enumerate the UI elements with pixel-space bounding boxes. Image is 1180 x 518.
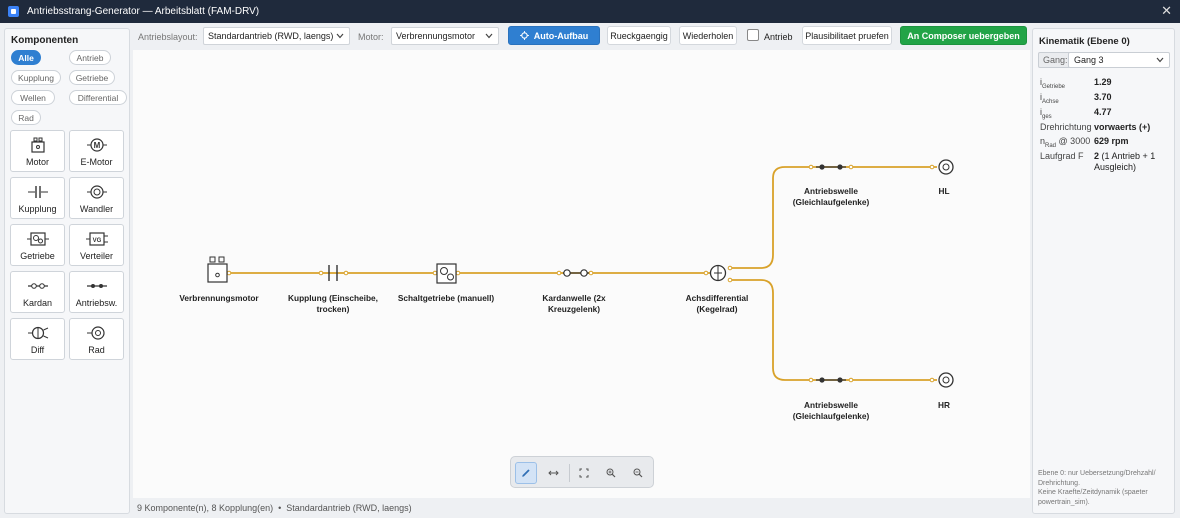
- canvas-tool-bar: [510, 456, 654, 488]
- kinematics-title: Kinematik (Ebene 0): [1039, 36, 1130, 47]
- node-drive-shaft-right[interactable]: [816, 377, 846, 383]
- sidebar-title: Komponenten: [11, 35, 79, 46]
- gearbox-icon: [26, 231, 49, 247]
- filter-chip-kupplung[interactable]: Kupplung: [11, 70, 61, 85]
- send-to-composer-button[interactable]: An Composer uebergeben: [900, 26, 1027, 45]
- ratio-axle-label: iAchse: [1040, 92, 1059, 105]
- label-engine: Verbrennungsmotor: [179, 293, 259, 303]
- antrieb-checkbox-label: Antrieb: [764, 32, 793, 42]
- node-differential[interactable]: [709, 264, 727, 282]
- node-drive-shaft-left[interactable]: [816, 164, 846, 170]
- connect-icon[interactable]: [542, 462, 564, 484]
- tile-verteiler[interactable]: VG Verteiler: [69, 224, 124, 266]
- tile-getriebe[interactable]: Getriebe: [10, 224, 65, 266]
- filter-chip-rad[interactable]: Rad: [11, 110, 41, 125]
- ratio-total-label: iges: [1040, 107, 1052, 120]
- layout-select[interactable]: Standardantrieb (RWD, laengs): [203, 27, 350, 45]
- node-gearbox[interactable]: [436, 263, 457, 284]
- tile-kardan[interactable]: Kardan: [10, 271, 65, 313]
- title-bar: Antriebsstrang-Generator — Arbeitsblatt …: [0, 0, 1180, 23]
- svg-text:VG: VG: [92, 238, 101, 244]
- filter-chip-wellen[interactable]: Wellen: [11, 90, 55, 105]
- degrees-of-freedom-label: Laufgrad F: [1040, 151, 1084, 161]
- filter-chip-antrieb[interactable]: Antrieb: [69, 50, 111, 65]
- wheel-speed-label: nRad @ 3000: [1040, 136, 1091, 149]
- chevron-down-icon: [1156, 55, 1164, 67]
- layout-label: Antriebslayout:: [138, 32, 198, 42]
- label-gearbox: Schaltgetriebe (manuell): [397, 293, 495, 303]
- tile-wandler[interactable]: Wandler: [69, 177, 124, 219]
- direction-value: vorwaerts (+): [1094, 122, 1151, 132]
- status-bar: 9 Komponente(n), 8 Kopplung(en) • Standa…: [133, 498, 1030, 518]
- ratio-gearbox-label: iGetriebe: [1040, 77, 1066, 90]
- motor-label: Motor:: [358, 32, 384, 42]
- drive-shaft-icon: [86, 278, 108, 294]
- status-text: 9 Komponente(n), 8 Kopplung(en) • Standa…: [137, 503, 412, 513]
- tile-e-motor[interactable]: M E-Motor: [69, 130, 124, 172]
- components-sidebar: Komponenten Alle Antrieb Kupplung Getrie…: [4, 28, 130, 514]
- label-clutch: Kupplung (Einscheibe, trocken): [288, 293, 378, 314]
- node-cardan-shaft[interactable]: [563, 269, 589, 277]
- kinematics-note: Ebene 0: nur Uebersetzung/Drehzahl/ Dreh…: [1038, 470, 1156, 506]
- label-wheel-hr: HR: [938, 400, 950, 410]
- diagram-canvas[interactable]: Verbrennungsmotor Kupplung (Einscheibe, t…: [133, 50, 1030, 498]
- window-title: Antriebsstrang-Generator — Arbeitsblatt …: [27, 6, 260, 17]
- torque-converter-icon: [86, 184, 108, 200]
- tile-antriebswelle[interactable]: Antriebsw.: [69, 271, 124, 313]
- fit-icon[interactable]: [573, 462, 595, 484]
- chevron-down-icon: [336, 31, 344, 43]
- label-drive-shaft-right: Antriebswelle (Gleichlaufgelenke): [792, 400, 870, 421]
- filter-chip-getriebe[interactable]: Getriebe: [69, 70, 115, 85]
- label-cardan: Kardanwelle (2x Kreuzgelenk): [542, 293, 606, 314]
- close-icon[interactable]: ✕: [1161, 3, 1172, 19]
- electric-motor-icon: M: [86, 137, 108, 153]
- degrees-of-freedom-value: 2 (1 Antrieb + 1 Ausgleich): [1094, 151, 1156, 172]
- kinematics-panel: Kinematik (Ebene 0) Gang: Gang 3 iGetrie…: [1032, 28, 1175, 514]
- node-wheel-hl[interactable]: [938, 159, 954, 175]
- motor-select[interactable]: Verbrennungsmotor: [391, 27, 499, 45]
- label-differential: Achsdifferential (Kegelrad): [685, 293, 749, 314]
- main-toolbar: Antriebslayout: Standardantrieb (RWD, la…: [133, 23, 1030, 50]
- wheel-icon: [86, 325, 108, 341]
- svg-text:M: M: [93, 141, 100, 150]
- tile-diff[interactable]: Diff: [10, 318, 65, 360]
- label-drive-shaft-left: Antriebswelle (Gleichlaufgelenke): [792, 186, 870, 207]
- clutch-icon: [27, 184, 49, 200]
- node-wheel-hr[interactable]: [938, 372, 954, 388]
- plausibility-check-button[interactable]: Plausibilitaet pruefen: [802, 26, 892, 45]
- zoom-out-icon[interactable]: [627, 462, 649, 484]
- redo-button[interactable]: Wiederholen: [679, 26, 737, 45]
- wire-right-branch: [728, 279, 937, 381]
- tile-rad[interactable]: Rad: [69, 318, 124, 360]
- antrieb-checkbox[interactable]: [747, 29, 759, 41]
- zoom-in-icon[interactable]: [600, 462, 622, 484]
- toolbar-separator: [569, 464, 570, 482]
- undo-button[interactable]: Rueckgaengig: [607, 26, 671, 45]
- filter-chip-alle[interactable]: Alle: [11, 50, 41, 65]
- node-engine[interactable]: [207, 256, 228, 283]
- chevron-down-icon: [485, 31, 493, 43]
- tile-kupplung[interactable]: Kupplung: [10, 177, 65, 219]
- wire-left-branch: [728, 166, 937, 269]
- wheel-speed-value: 629 rpm: [1094, 136, 1129, 146]
- tile-motor[interactable]: Motor: [10, 130, 65, 172]
- engine-icon: [27, 137, 49, 153]
- drivetrain-diagram: [207, 159, 954, 388]
- sparkle-icon: [519, 31, 529, 40]
- direction-label: Drehrichtung: [1040, 122, 1092, 132]
- ratio-gearbox-value: 1.29: [1094, 77, 1112, 87]
- ratio-total-value: 4.77: [1094, 107, 1112, 117]
- label-wheel-hl: HL: [938, 186, 950, 196]
- pencil-icon[interactable]: [515, 462, 537, 484]
- ratio-axle-value: 3.70: [1094, 92, 1112, 102]
- cardan-shaft-icon: [27, 278, 49, 294]
- app-icon: [8, 6, 19, 17]
- auto-aufbau-button[interactable]: Auto-Aufbau: [508, 26, 600, 45]
- gear-select[interactable]: Gang 3: [1068, 52, 1170, 68]
- differential-icon: [27, 325, 49, 341]
- transfer-case-icon: VG: [85, 231, 108, 247]
- filter-chip-differential[interactable]: Differential: [69, 90, 127, 105]
